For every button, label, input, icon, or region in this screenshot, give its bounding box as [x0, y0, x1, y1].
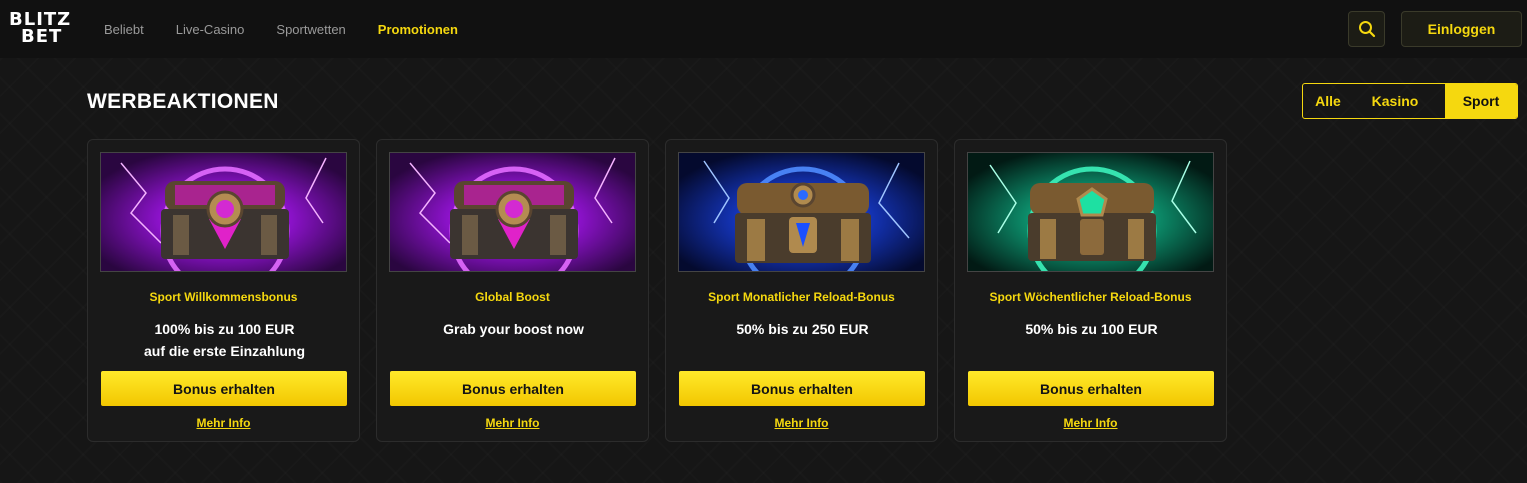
top-header: BLITZ BET Beliebt Live-Casino Sportwette…	[0, 0, 1527, 58]
bonus-claim-button[interactable]: Bonus erhalten	[679, 371, 925, 406]
filter-tab-kasino[interactable]: Kasino	[1345, 84, 1445, 118]
search-button[interactable]	[1348, 11, 1385, 47]
promo-title: Sport Monatlicher Reload-Bonus	[708, 290, 895, 304]
promo-desc-line1: 50% bis zu 250 EUR	[736, 321, 869, 337]
promo-title: Sport Willkommensbonus	[149, 290, 298, 304]
nav-item-beliebt[interactable]: Beliebt	[104, 22, 144, 37]
promo-card-woechentlicher-reload: Sport Wöchentlicher Reload-Bonus 50% bis…	[954, 139, 1227, 442]
filter-tab-sport[interactable]: Sport	[1445, 84, 1517, 118]
promo-description: Grab your boost now	[387, 318, 640, 340]
promo-title: Global Boost	[475, 290, 550, 304]
nav-item-promotionen[interactable]: Promotionen	[378, 22, 458, 37]
more-info-link[interactable]: Mehr Info	[955, 416, 1226, 430]
logo-line-2: BET	[21, 26, 63, 47]
login-button[interactable]: Einloggen	[1401, 11, 1522, 47]
nav-item-live-casino[interactable]: Live-Casino	[176, 22, 245, 37]
treasure-chest-image	[967, 152, 1214, 272]
promo-description: 50% bis zu 250 EUR	[676, 318, 929, 340]
bonus-claim-button[interactable]: Bonus erhalten	[101, 371, 347, 406]
promo-description: 50% bis zu 100 EUR	[965, 318, 1218, 340]
search-icon	[1358, 21, 1375, 38]
page-title: WERBEAKTIONEN	[87, 90, 279, 113]
filter-tab-alle[interactable]: Alle	[1311, 84, 1345, 118]
promo-card-global-boost: Global Boost Grab your boost now Bonus e…	[376, 139, 649, 442]
main-nav: Beliebt Live-Casino Sportwetten Promotio…	[104, 0, 490, 58]
category-filter: Alle Kasino Sport	[1302, 83, 1518, 119]
promo-card-monatlicher-reload: Sport Monatlicher Reload-Bonus 50% bis z…	[665, 139, 938, 442]
nav-item-sportwetten[interactable]: Sportwetten	[276, 22, 345, 37]
promo-desc-line1: 50% bis zu 100 EUR	[1025, 321, 1158, 337]
treasure-chest-image	[389, 152, 636, 272]
bonus-claim-button[interactable]: Bonus erhalten	[968, 371, 1214, 406]
promo-desc-line2: auf die erste Einzahlung	[143, 343, 306, 359]
more-info-link[interactable]: Mehr Info	[88, 416, 359, 430]
promo-card-willkommensbonus: Sport Willkommensbonus 100% bis zu 100 E…	[87, 139, 360, 442]
treasure-chest-image	[100, 152, 347, 272]
promo-description: 100% bis zu 100 EUR auf die erste Einzah…	[98, 318, 351, 362]
promo-title: Sport Wöchentlicher Reload-Bonus	[989, 290, 1192, 304]
bonus-claim-button[interactable]: Bonus erhalten	[390, 371, 636, 406]
more-info-link[interactable]: Mehr Info	[666, 416, 937, 430]
more-info-link[interactable]: Mehr Info	[377, 416, 648, 430]
promo-desc-line1: 100% bis zu 100 EUR	[154, 321, 295, 337]
promo-desc-line1: Grab your boost now	[443, 321, 584, 337]
blitzbet-logo[interactable]: BLITZ BET	[9, 11, 81, 47]
treasure-chest-image	[678, 152, 925, 272]
